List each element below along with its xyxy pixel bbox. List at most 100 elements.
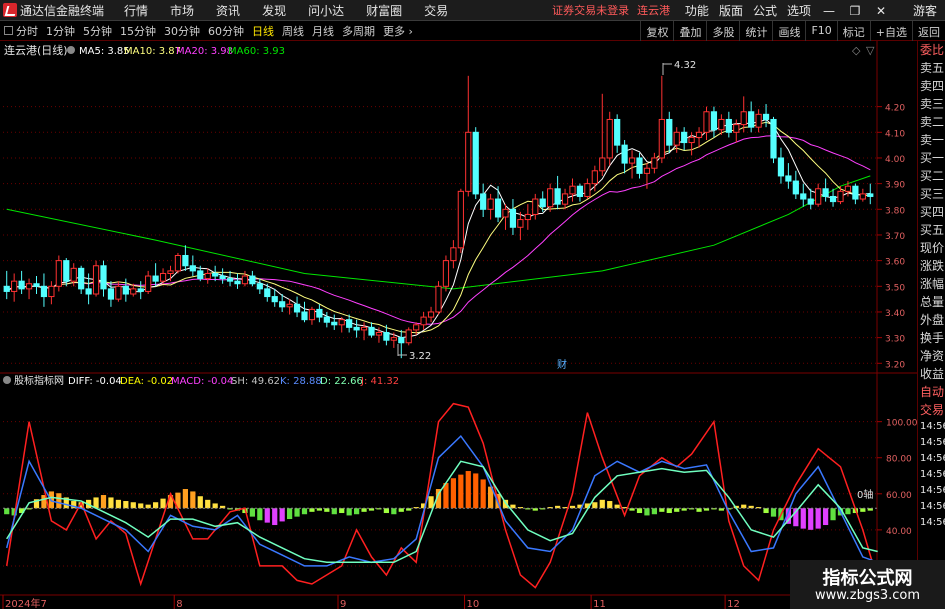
restore-icon[interactable]: ❐ — [847, 4, 863, 18]
side-item-price[interactable]: 现价 — [918, 239, 945, 257]
period-intraday[interactable]: 分时 — [16, 23, 38, 39]
tool-f10[interactable]: F10 — [805, 21, 836, 41]
side-item-bid1[interactable]: 买一 — [918, 149, 945, 167]
trade-time: 14:56 — [920, 453, 945, 464]
candle-body — [398, 337, 405, 344]
menu-item-trade[interactable]: 交易 — [424, 2, 448, 19]
side-item-earnings[interactable]: 收益 — [918, 365, 945, 383]
tool-back[interactable]: 返回 — [912, 21, 945, 41]
candle[interactable] — [405, 327, 412, 346]
histogram-bar — [160, 498, 166, 509]
period-more[interactable]: 更多 › — [383, 23, 413, 39]
tool-draw-line[interactable]: 画线 — [772, 21, 805, 41]
menu-item-layout[interactable]: 版面 — [719, 2, 743, 19]
candle-body — [710, 111, 718, 131]
quote-side-panel: 委比 卖五 卖四 卖三 卖二 卖一 买一 买二 买三 买四 买五 现价 涨跌 涨… — [917, 41, 945, 609]
menu-item-function[interactable]: 功能 — [685, 2, 709, 19]
period-15min[interactable]: 15分钟 — [120, 23, 156, 39]
period-1min[interactable]: 1分钟 — [46, 23, 75, 39]
period-weekly[interactable]: 周线 — [282, 23, 304, 39]
auto-trade-line1[interactable]: 自动 — [918, 383, 945, 401]
side-item-outer-volume[interactable]: 外盘 — [918, 311, 945, 329]
candle-body — [718, 118, 725, 131]
side-item-change[interactable]: 涨跌 — [918, 257, 945, 275]
close-icon[interactable]: ✕ — [873, 4, 889, 18]
price-panel-title: 连云港(日线) — [4, 43, 68, 57]
side-item-turnover[interactable]: 换手 — [918, 329, 945, 347]
menu-item-quotes[interactable]: 行情 — [124, 2, 148, 19]
candle-body — [279, 301, 286, 308]
candle[interactable] — [472, 127, 479, 200]
menu-item-market[interactable]: 市场 — [170, 2, 194, 19]
candle[interactable] — [770, 116, 777, 164]
side-item-ask4[interactable]: 卖四 — [918, 77, 945, 95]
toolbar-checkbox[interactable] — [4, 26, 13, 35]
candle-body — [651, 157, 658, 169]
login-notice[interactable]: 证券交易未登录 连云港 — [552, 2, 670, 18]
candle-body — [480, 193, 487, 210]
candle-body — [472, 131, 479, 195]
scroll-down-icon[interactable]: ▽ — [866, 44, 875, 57]
auto-trade-line2[interactable]: 交易 — [918, 401, 945, 419]
candle[interactable] — [457, 188, 464, 253]
side-item-order-ratio[interactable]: 委比 — [918, 41, 945, 59]
side-item-net-assets[interactable]: 净资 — [918, 347, 945, 365]
indicator-settings-dot-icon[interactable] — [3, 376, 11, 384]
period-30min[interactable]: 30分钟 — [164, 23, 200, 39]
menu-item-options[interactable]: 选项 — [787, 2, 811, 19]
tool-multi-stock[interactable]: 多股 — [706, 21, 739, 41]
side-item-change-pct[interactable]: 涨幅 — [918, 275, 945, 293]
candle-body — [308, 308, 316, 321]
menu-item-news[interactable]: 资讯 — [216, 2, 240, 19]
period-daily[interactable]: 日线 — [252, 23, 274, 39]
side-item-bid5[interactable]: 买五 — [918, 221, 945, 239]
period-monthly[interactable]: 月线 — [312, 23, 334, 39]
menu-item-formula[interactable]: 公式 — [753, 2, 777, 19]
candle-body — [226, 278, 234, 282]
candle-body — [85, 288, 92, 295]
side-item-ask5[interactable]: 卖五 — [918, 59, 945, 77]
histogram-bar — [301, 508, 308, 515]
side-item-ask3[interactable]: 卖三 — [918, 95, 945, 113]
tool-add-watchlist[interactable]: +自选 — [869, 21, 912, 41]
candle-body — [636, 157, 643, 174]
finance-marker[interactable]: 财 — [557, 358, 567, 371]
side-item-bid2[interactable]: 买二 — [918, 167, 945, 185]
candle[interactable] — [606, 111, 613, 166]
candle[interactable] — [435, 281, 442, 315]
candle-body — [844, 185, 852, 192]
histogram-bar — [123, 501, 129, 509]
side-item-volume[interactable]: 总量 — [918, 293, 945, 311]
side-item-bid4[interactable]: 买四 — [918, 203, 945, 221]
price-tick-label: 3.80 — [885, 206, 905, 216]
side-item-ask1[interactable]: 卖一 — [918, 131, 945, 149]
side-item-bid3[interactable]: 买三 — [918, 185, 945, 203]
menu-item-wealth[interactable]: 财富圈 — [366, 2, 402, 19]
candle[interactable] — [174, 252, 182, 274]
period-multi[interactable]: 多周期 — [342, 23, 375, 39]
tool-statistics[interactable]: 统计 — [739, 21, 772, 41]
candle-body — [413, 324, 420, 331]
side-item-ask2[interactable]: 卖二 — [918, 113, 945, 131]
chart-area[interactable]: 4.20 4.10 4.00 3.90 3.80 3.70 3.60 3.50 3.40 3.30… — [0, 41, 917, 609]
minimize-icon[interactable]: — — [821, 4, 837, 18]
trade-time: 14:56 — [920, 421, 945, 432]
tool-overlay[interactable]: 叠加 — [673, 21, 706, 41]
candle[interactable] — [55, 255, 62, 292]
tool-mark[interactable]: 标记 — [836, 21, 870, 41]
histogram-bar — [845, 508, 851, 515]
menu-item-discover[interactable]: 发现 — [262, 2, 286, 19]
candle-body — [182, 255, 189, 267]
settings-dot-icon[interactable] — [67, 46, 75, 54]
tool-adjust[interactable]: 复权 — [640, 21, 673, 41]
menu-item-ask[interactable]: 问小达 — [308, 2, 344, 19]
price-tick-label: 3.40 — [885, 309, 905, 319]
histogram-bar — [130, 502, 136, 509]
candle-body — [487, 198, 494, 210]
period-5min[interactable]: 5分钟 — [83, 23, 112, 39]
candle[interactable] — [442, 255, 450, 292]
candle[interactable] — [92, 260, 100, 297]
period-60min[interactable]: 60分钟 — [208, 23, 244, 39]
scroll-up-icon[interactable]: ◇ — [852, 44, 861, 57]
guest-user[interactable]: 游客 — [913, 2, 937, 19]
